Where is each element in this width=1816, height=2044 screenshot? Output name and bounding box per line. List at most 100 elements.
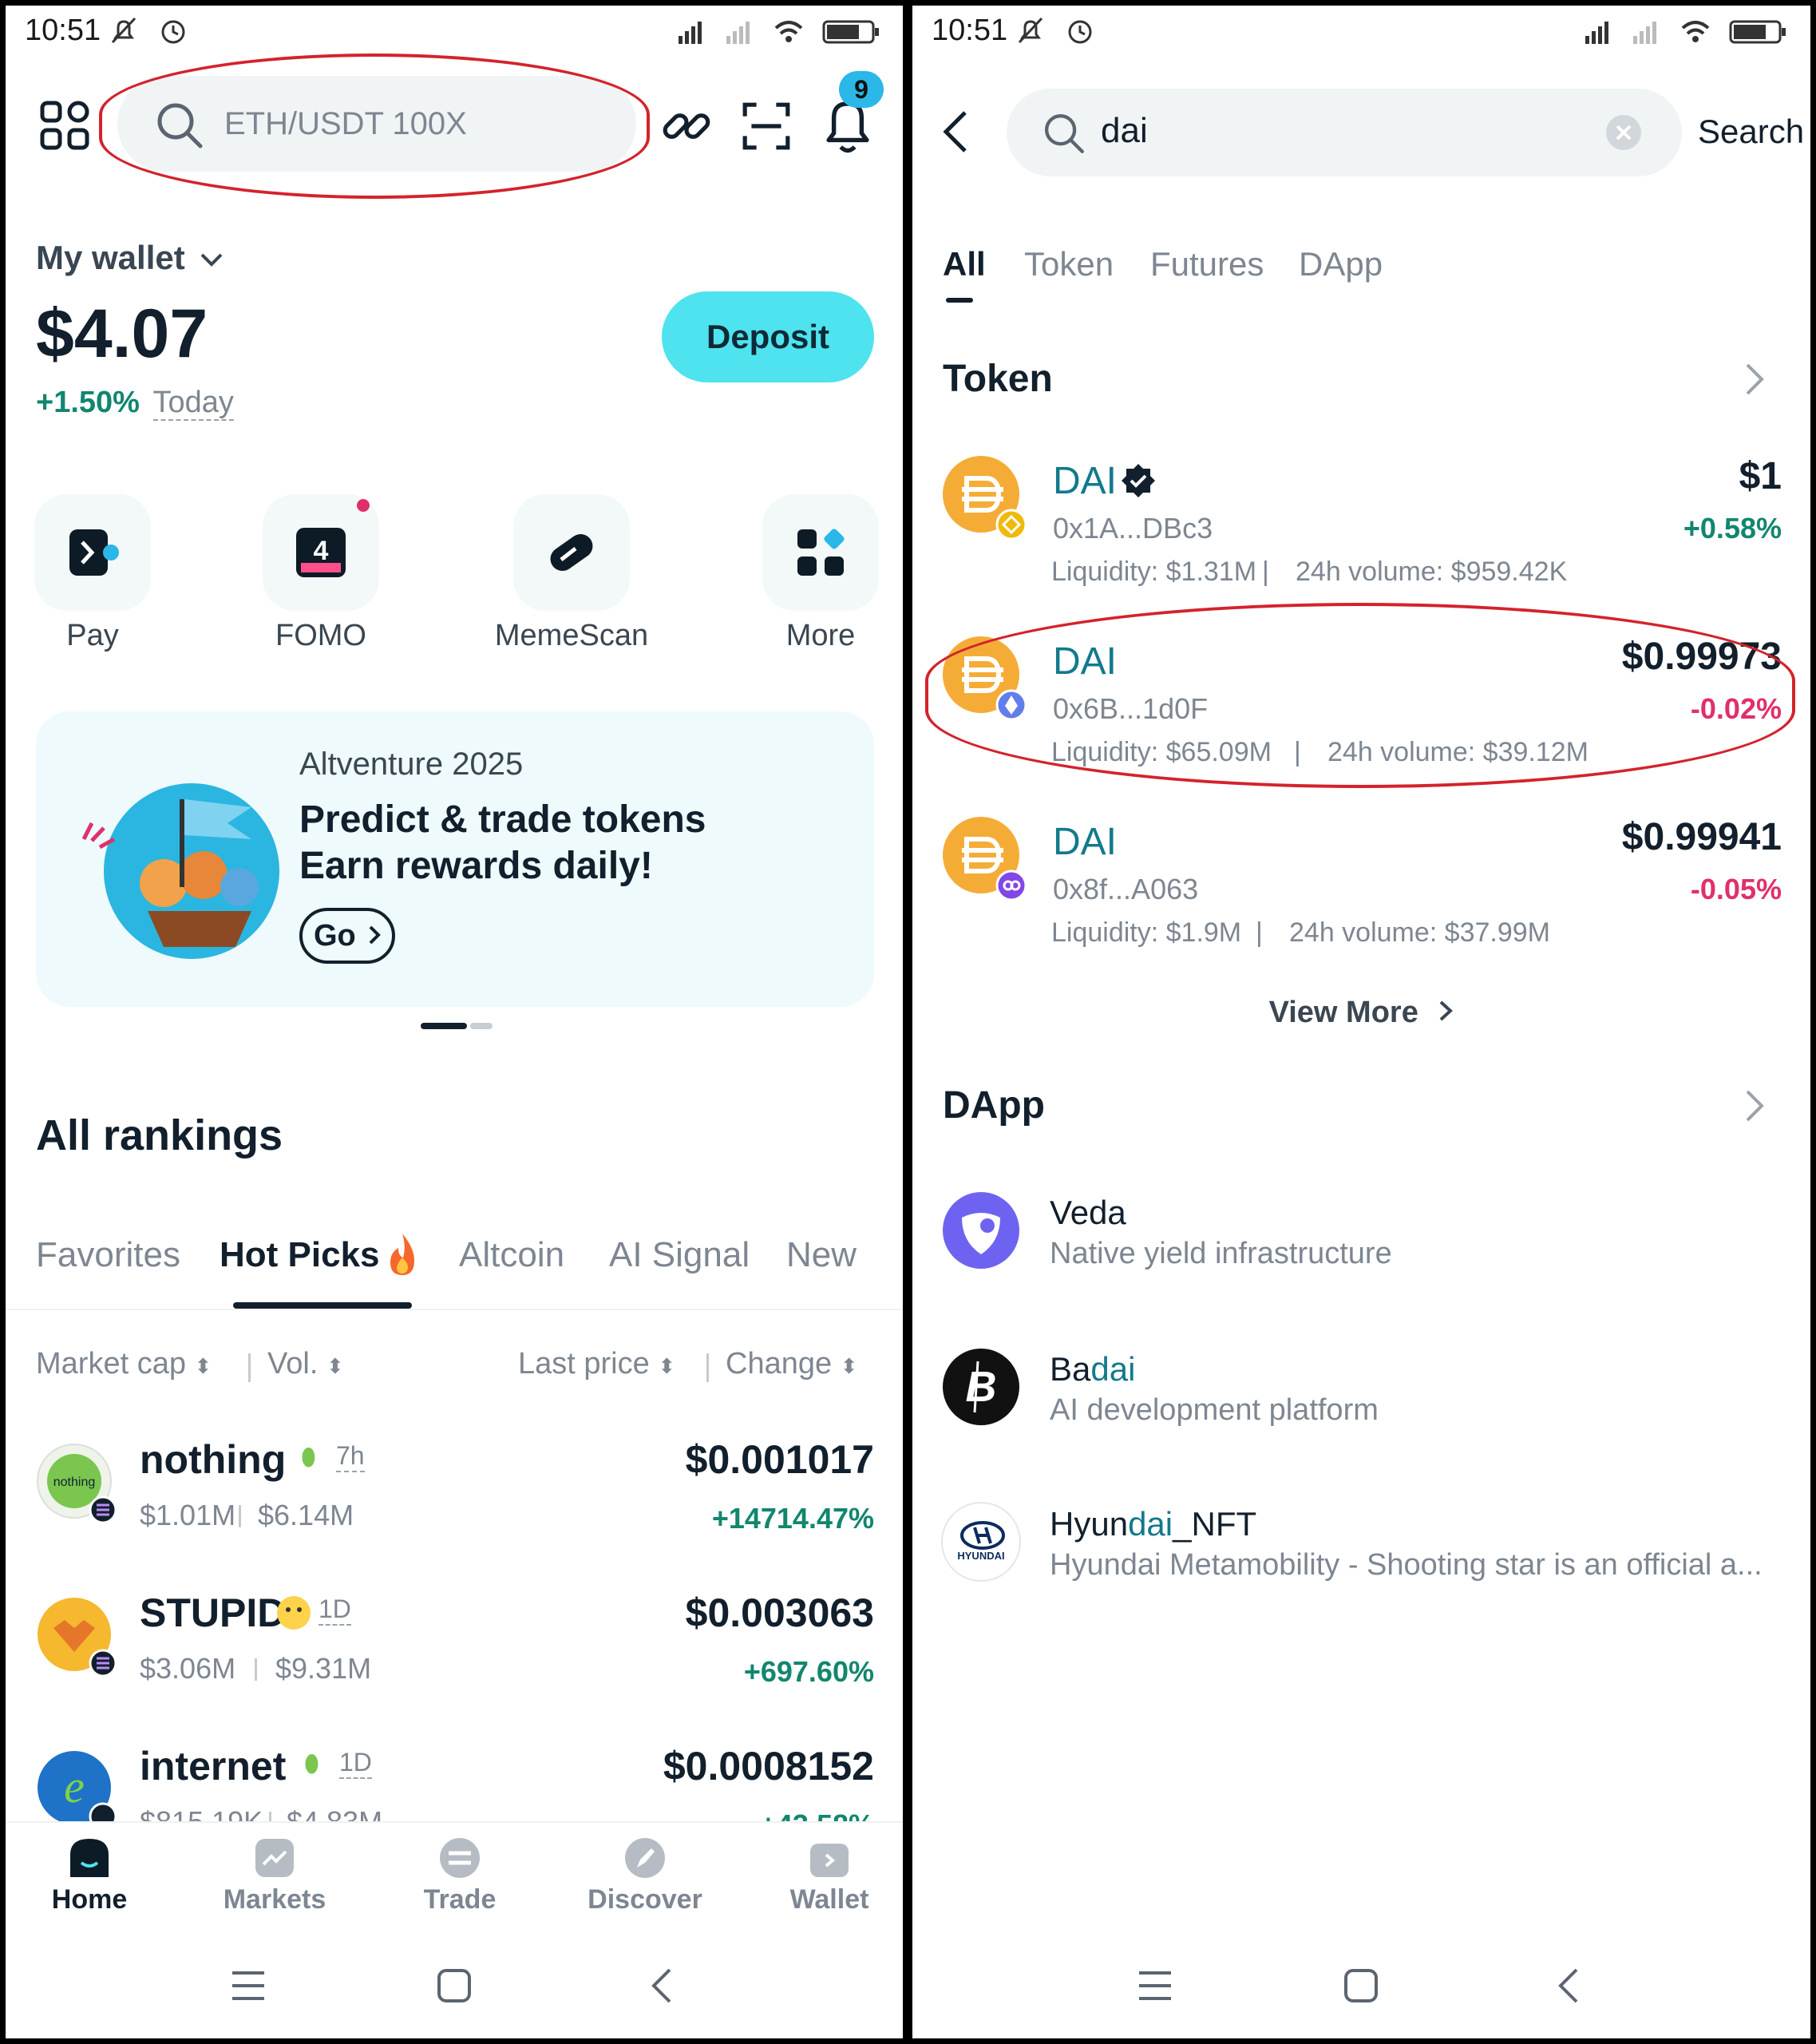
table-row[interactable]: nothing nothing ⬮ 7h $1.01M $6.14M $0.00… <box>6 1427 903 1571</box>
scan-icon[interactable] <box>740 100 793 153</box>
shortcut-more[interactable] <box>762 494 879 611</box>
dapp-result-row[interactable]: Veda Native yield infrastructure <box>912 1182 1810 1302</box>
tab-new[interactable]: New <box>786 1235 857 1275</box>
recents-icon[interactable] <box>231 1970 266 2002</box>
annotation-highlight <box>99 53 650 199</box>
tab-ai-signal[interactable]: AI Signal <box>609 1235 750 1275</box>
shortcut-memescan[interactable] <box>513 494 630 611</box>
verified-icon <box>1122 464 1155 497</box>
token-name: internet <box>140 1744 287 1788</box>
nav-label: Markets <box>223 1884 326 1915</box>
recents-icon[interactable] <box>1137 1970 1173 2002</box>
tab-hot-picks[interactable]: Hot Picks <box>220 1235 380 1275</box>
last-price: $0.001017 <box>685 1437 874 1482</box>
nav-wallet[interactable]: Wallet <box>773 1836 885 1915</box>
home-system-icon[interactable] <box>437 1968 472 2003</box>
chevron-right-icon <box>1440 1000 1454 1021</box>
dapp-name-text: Hyun <box>1050 1505 1129 1543</box>
token-logo: nothing <box>37 1444 117 1524</box>
sort-last-price[interactable]: Last price ⬍ <box>518 1347 675 1381</box>
badai-logo: B <box>943 1349 1019 1425</box>
nav-home[interactable]: Home <box>38 1836 141 1915</box>
deposit-button[interactable]: Deposit <box>662 291 874 382</box>
signal-wifi-battery-icons <box>679 20 879 44</box>
value-separator <box>269 1812 271 1821</box>
search-input[interactable]: dai <box>1007 89 1682 176</box>
nav-markets[interactable]: Markets <box>215 1836 334 1915</box>
svg-text:B: B <box>966 1363 997 1411</box>
change-percent: +1.50% <box>36 386 140 419</box>
tab-favorites[interactable]: Favorites <box>36 1235 180 1275</box>
token-result-row[interactable]: DAI 0x1A...DBc3 Liquidity: $1.31M | 24h … <box>912 443 1810 595</box>
link-icon[interactable] <box>660 100 713 153</box>
sort-volume[interactable]: Vol. ⬍ <box>267 1347 344 1381</box>
notification-badge: 9 <box>839 71 884 108</box>
nav-discover[interactable]: Discover <box>577 1836 713 1915</box>
token-result-row[interactable]: DAI 0x8f...A063 Liquidity: $1.9M | 24h v… <box>912 804 1810 956</box>
stat-separator: | <box>1262 557 1269 587</box>
banner-title-2: Earn rewards daily! <box>299 845 653 887</box>
nav-trade[interactable]: Trade <box>400 1836 520 1915</box>
dapp-name-match: dai <box>1090 1350 1136 1388</box>
apps-grid-icon[interactable] <box>39 100 90 151</box>
dapp-description: Native yield infrastructure <box>1050 1237 1392 1270</box>
hyundai-emblem-icon <box>960 1521 1005 1550</box>
change-period[interactable]: Today <box>152 386 234 421</box>
chevron-right-icon[interactable] <box>1743 1087 1767 1125</box>
table-row[interactable]: STUPID 1D $3.06M $9.31M $0.003063 +697.6… <box>6 1580 903 1724</box>
bottom-nav: Home Markets Trade Discover Wallet <box>6 1821 903 1939</box>
view-more-button[interactable]: View More <box>912 996 1810 1030</box>
token-name: STUPID <box>140 1590 287 1635</box>
divider <box>6 1309 903 1310</box>
emoji-badge-icon <box>277 1596 311 1630</box>
back-system-icon[interactable] <box>649 1967 673 2005</box>
shortcut-label: Pay <box>66 619 119 652</box>
banner-go-button[interactable]: Go <box>299 908 395 964</box>
veda-logo <box>943 1192 1019 1269</box>
stat-separator: | <box>1256 917 1263 948</box>
dapp-name: Badai <box>1050 1350 1135 1388</box>
chevron-right-icon[interactable] <box>1743 360 1767 398</box>
token-logo <box>38 1598 117 1678</box>
promo-banner[interactable]: Altventure 2025 Predict & trade tokens E… <box>36 711 874 1007</box>
volume: $9.31M <box>275 1652 372 1685</box>
market-cap: $815.19K <box>140 1805 263 1821</box>
mute-alarm-icons <box>111 17 185 44</box>
sort-change[interactable]: Change ⬍ <box>726 1347 857 1381</box>
signal-wifi-battery-icons <box>1585 20 1786 44</box>
svg-text:e: e <box>64 1761 85 1812</box>
status-bar: 10:51 <box>6 6 903 61</box>
value-separator <box>255 1658 257 1681</box>
dapp-result-row[interactable]: B Badai AI development platform <box>912 1339 1810 1459</box>
wallet-selector[interactable]: My wallet <box>36 239 224 277</box>
tab-token[interactable]: Token <box>1024 245 1114 283</box>
tab-dapp[interactable]: DApp <box>1299 245 1383 283</box>
column-change: Change <box>726 1347 833 1380</box>
sort-icon: ⬍ <box>840 1354 858 1378</box>
back-arrow-icon[interactable] <box>940 108 971 156</box>
liquidity: Liquidity: $1.9M <box>1051 917 1242 948</box>
tab-altcoin[interactable]: Altcoin <box>459 1235 564 1275</box>
fomo-icon: 4 <box>296 528 346 577</box>
token-price: $0.99941 <box>1621 816 1782 858</box>
home-screen: 10:51 ETH/USDT 100X 9 My wallet $4.07 +1… <box>6 6 903 2038</box>
dapp-result-row[interactable]: HYUNDAI Hyundai_NFT Hyundai Metamobility… <box>912 1494 1810 1614</box>
token-age: 1D <box>339 1748 372 1779</box>
table-row[interactable]: e internet ⬮ 1D $815.19K $4.83M $0.00081… <box>6 1733 903 1821</box>
carousel-dot-active <box>421 1023 467 1029</box>
fire-icon <box>390 1234 414 1275</box>
home-system-icon[interactable] <box>1343 1968 1379 2003</box>
status-bar: 10:51 <box>912 6 1810 61</box>
clear-icon[interactable] <box>1604 113 1644 153</box>
shortcut-pay[interactable] <box>34 494 151 611</box>
shortcut-label: MemeScan <box>494 619 649 652</box>
dai-logo <box>943 817 1027 901</box>
sort-market-cap[interactable]: Market cap ⬍ <box>36 1347 212 1381</box>
banner-eyebrow: Altventure 2025 <box>299 747 524 782</box>
token-price: $1 <box>1739 455 1782 497</box>
token-age: 7h <box>336 1441 365 1472</box>
tab-all[interactable]: All <box>943 245 986 283</box>
tab-futures[interactable]: Futures <box>1150 245 1264 283</box>
search-button[interactable]: Search <box>1698 113 1804 151</box>
back-system-icon[interactable] <box>1556 1967 1580 2005</box>
